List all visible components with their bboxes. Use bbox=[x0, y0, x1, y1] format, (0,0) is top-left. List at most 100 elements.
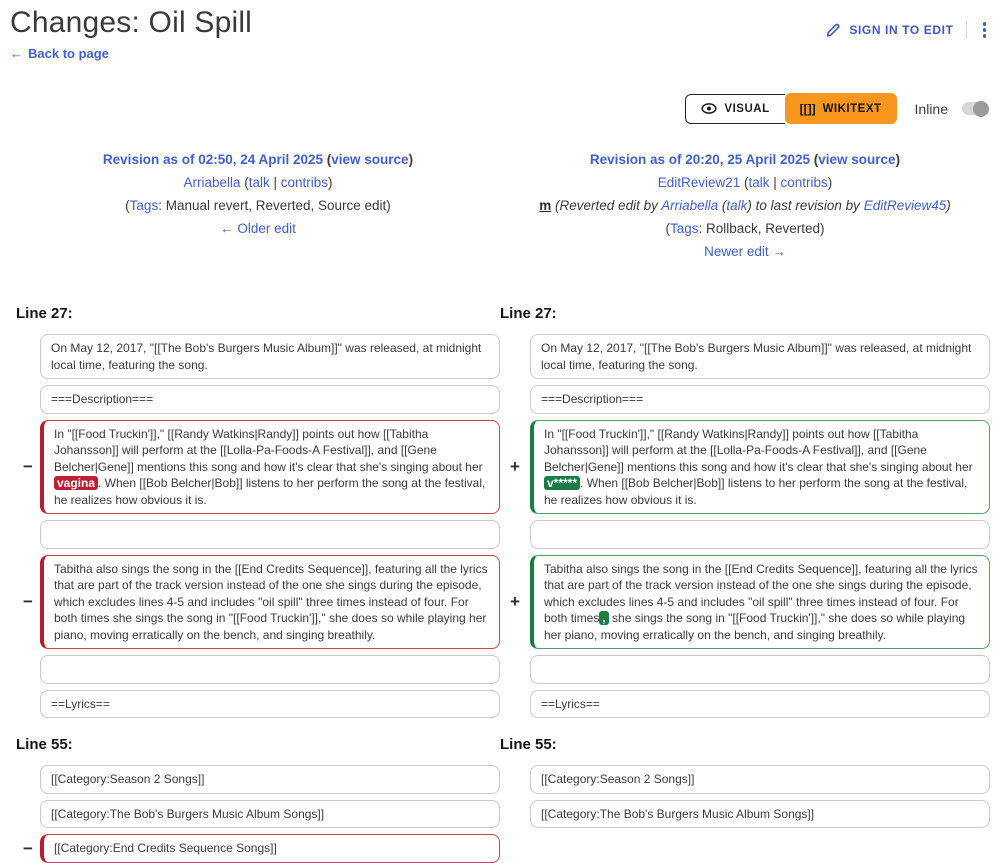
diff-text-run: In "[[Food Truckin']]," [[Randy Watkins|… bbox=[54, 426, 483, 474]
diff-text-run: [[Category:The Bob's Burgers Music Album… bbox=[51, 806, 325, 821]
revision-link[interactable]: talk bbox=[249, 175, 270, 190]
page-header: Changes: Oil Spill ← Back to page SIGN I… bbox=[0, 0, 1000, 63]
diff-text-run: In "[[Food Truckin']]," [[Randy Watkins|… bbox=[544, 426, 973, 474]
minor-edit-flag: m bbox=[539, 198, 552, 213]
revision-header-line: EditReview21 (talk | contribs) bbox=[500, 171, 990, 194]
revision-header-line: Revision as of 20:20, 25 April 2025 (vie… bbox=[500, 148, 990, 171]
revision-header-line: ← Older edit bbox=[16, 217, 500, 240]
header-divider bbox=[965, 20, 967, 39]
diff-text-run: On May 12, 2017, "[[The Bob's Burgers Mu… bbox=[541, 341, 972, 372]
diff-cell-context bbox=[530, 520, 990, 549]
kebab-menu-button[interactable] bbox=[979, 20, 991, 40]
diff-cell-context: [[Category:Season 2 Songs]] bbox=[530, 765, 990, 794]
diff-text-run: . When [[Bob Belcher|Bob]] listens to he… bbox=[54, 476, 486, 507]
text-run: : Rollback, Reverted) bbox=[698, 221, 825, 236]
revision-link[interactable]: EditReview45 bbox=[864, 198, 947, 213]
wikitext-tab-label: WIKITEXT bbox=[822, 102, 882, 115]
sign-in-to-edit-button[interactable]: SIGN IN TO EDIT bbox=[825, 21, 953, 38]
diff-cell-context: ===Description=== bbox=[40, 385, 500, 414]
added-marker: + bbox=[510, 592, 520, 612]
diff-cell-context bbox=[530, 655, 990, 684]
removed-marker: − bbox=[23, 457, 33, 477]
diff-cell-context: On May 12, 2017, "[[The Bob's Burgers Mu… bbox=[530, 334, 990, 379]
tab-visual[interactable]: VISUAL bbox=[685, 93, 785, 124]
diff-toolbar: VISUAL [[]] WIKITEXT Inline bbox=[0, 93, 989, 124]
diff-text-run: [[Category:End Credits Sequence Songs]] bbox=[54, 841, 277, 855]
empty-diff-slot bbox=[530, 834, 990, 863]
diff-text-run: [[Category:Season 2 Songs]] bbox=[541, 772, 695, 786]
diff-text-run: Tabitha also sings the song in the [[End… bbox=[54, 561, 488, 642]
diff-cell-removed: Tabitha also sings the song in the [[End… bbox=[40, 554, 500, 649]
revision-header-line: Revision as of 02:50, 24 April 2025 (vie… bbox=[16, 148, 500, 171]
added-marker: + bbox=[510, 457, 520, 477]
inline-toggle[interactable] bbox=[962, 100, 989, 117]
editor-mode-switcher: VISUAL [[]] WIKITEXT bbox=[685, 93, 897, 124]
diff-cell-removed: [[Category:End Credits Sequence Songs]] bbox=[40, 834, 500, 863]
revision-header-line: (Tags: Rollback, Reverted) bbox=[500, 217, 990, 240]
diff-text-run: [[Category:Season 2 Songs]] bbox=[51, 772, 205, 786]
diff-cell-added: In "[[Food Truckin']]," [[Randy Watkins|… bbox=[530, 419, 990, 514]
revision-link[interactable]: Newer edit → bbox=[704, 244, 786, 259]
revision-link[interactable]: contribs bbox=[781, 175, 828, 190]
revision-link[interactable]: Revision as of 02:50, 24 April 2025 bbox=[103, 152, 323, 167]
revision-link[interactable]: talk bbox=[748, 175, 769, 190]
diff-cell-context: ==Lyrics== bbox=[530, 689, 990, 718]
eye-icon bbox=[701, 103, 717, 114]
revision-header-line: Newer edit → bbox=[500, 240, 990, 263]
diff-cell-added: Tabitha also sings the song in the [[End… bbox=[530, 554, 990, 649]
sign-in-label: SIGN IN TO EDIT bbox=[849, 22, 954, 37]
back-to-page-link[interactable]: ← Back to page bbox=[10, 46, 109, 61]
wikitext-brackets-icon: [[]] bbox=[799, 101, 816, 116]
diff-text-run: ==Lyrics== bbox=[541, 696, 600, 711]
text-run: ) bbox=[895, 152, 901, 167]
revision-link[interactable]: Arriabella bbox=[183, 175, 240, 190]
text-run: (Reverted edit by bbox=[555, 198, 662, 213]
diff-line-header: Line 55: bbox=[500, 736, 557, 753]
deleted-word-highlight: vagina bbox=[54, 476, 99, 490]
diff-cell-context: [[Category:The Bob's Burgers Music Album… bbox=[530, 799, 990, 828]
revision-link[interactable]: ← Older edit bbox=[220, 221, 296, 236]
right-revision-header: Revision as of 20:20, 25 April 2025 (vie… bbox=[500, 148, 990, 263]
revision-header-line: (Tags: Manual revert, Reverted, Source e… bbox=[16, 194, 500, 217]
visual-tab-label: VISUAL bbox=[724, 102, 770, 115]
revision-link[interactable]: contribs bbox=[281, 175, 328, 190]
back-to-page-label: Back to page bbox=[28, 46, 109, 61]
diff-text-run: ==Lyrics== bbox=[51, 696, 110, 711]
diff-line-header: Line 55: bbox=[16, 736, 73, 753]
back-arrow-icon: ← bbox=[10, 46, 23, 61]
removed-marker: − bbox=[23, 592, 33, 612]
text-run: | bbox=[769, 175, 781, 190]
revision-link[interactable]: Arriabella bbox=[661, 198, 718, 213]
text-run: ) bbox=[408, 152, 414, 167]
revision-header-line: m (Reverted edit by Arriabella (talk) to… bbox=[500, 194, 990, 217]
diff-line-header: Line 27: bbox=[16, 305, 73, 322]
diff-text-run: ===Description=== bbox=[51, 392, 154, 406]
removed-marker: − bbox=[23, 838, 33, 858]
text-run: ( bbox=[240, 175, 249, 190]
revision-header-line: Arriabella (talk | contribs) bbox=[16, 171, 500, 194]
revision-link[interactable]: view source bbox=[818, 152, 895, 167]
diff-cell-context: [[Category:Season 2 Songs]] bbox=[40, 765, 500, 794]
tab-wikitext[interactable]: [[]] WIKITEXT bbox=[784, 93, 897, 124]
diff-cell-context: ===Description=== bbox=[530, 385, 990, 414]
revision-link[interactable]: view source bbox=[331, 152, 408, 167]
revision-link[interactable]: Tags bbox=[670, 221, 699, 236]
revision-link[interactable]: Revision as of 20:20, 25 April 2025 bbox=[590, 152, 810, 167]
text-run: ) bbox=[328, 175, 333, 190]
diff-text-run: ===Description=== bbox=[541, 392, 644, 406]
revision-link[interactable]: EditReview21 bbox=[658, 175, 741, 190]
page-title: Changes: Oil Spill bbox=[10, 6, 253, 39]
diff-text-run: [[Category:The Bob's Burgers Music Album… bbox=[541, 806, 815, 821]
revision-link[interactable]: Tags bbox=[130, 198, 159, 213]
text-run: : Manual revert, Reverted, Source edit) bbox=[158, 198, 391, 213]
inserted-word-highlight: , bbox=[599, 611, 609, 625]
revision-link[interactable]: talk bbox=[726, 198, 747, 213]
diff-cell-context: [[Category:The Bob's Burgers Music Album… bbox=[40, 799, 500, 828]
diff-text-run: . When [[Bob Belcher|Bob]] listens to he… bbox=[544, 476, 968, 507]
diff-cell-removed: In "[[Food Truckin']]," [[Randy Watkins|… bbox=[40, 419, 500, 514]
diff-cell-context: On May 12, 2017, "[[The Bob's Burgers Mu… bbox=[40, 334, 500, 379]
diff-text-run: On May 12, 2017, "[[The Bob's Burgers Mu… bbox=[51, 341, 482, 372]
left-revision-header: Revision as of 02:50, 24 April 2025 ( vie… bbox=[16, 148, 500, 263]
diff-cell-context bbox=[40, 520, 500, 549]
pencil-icon bbox=[825, 21, 842, 38]
